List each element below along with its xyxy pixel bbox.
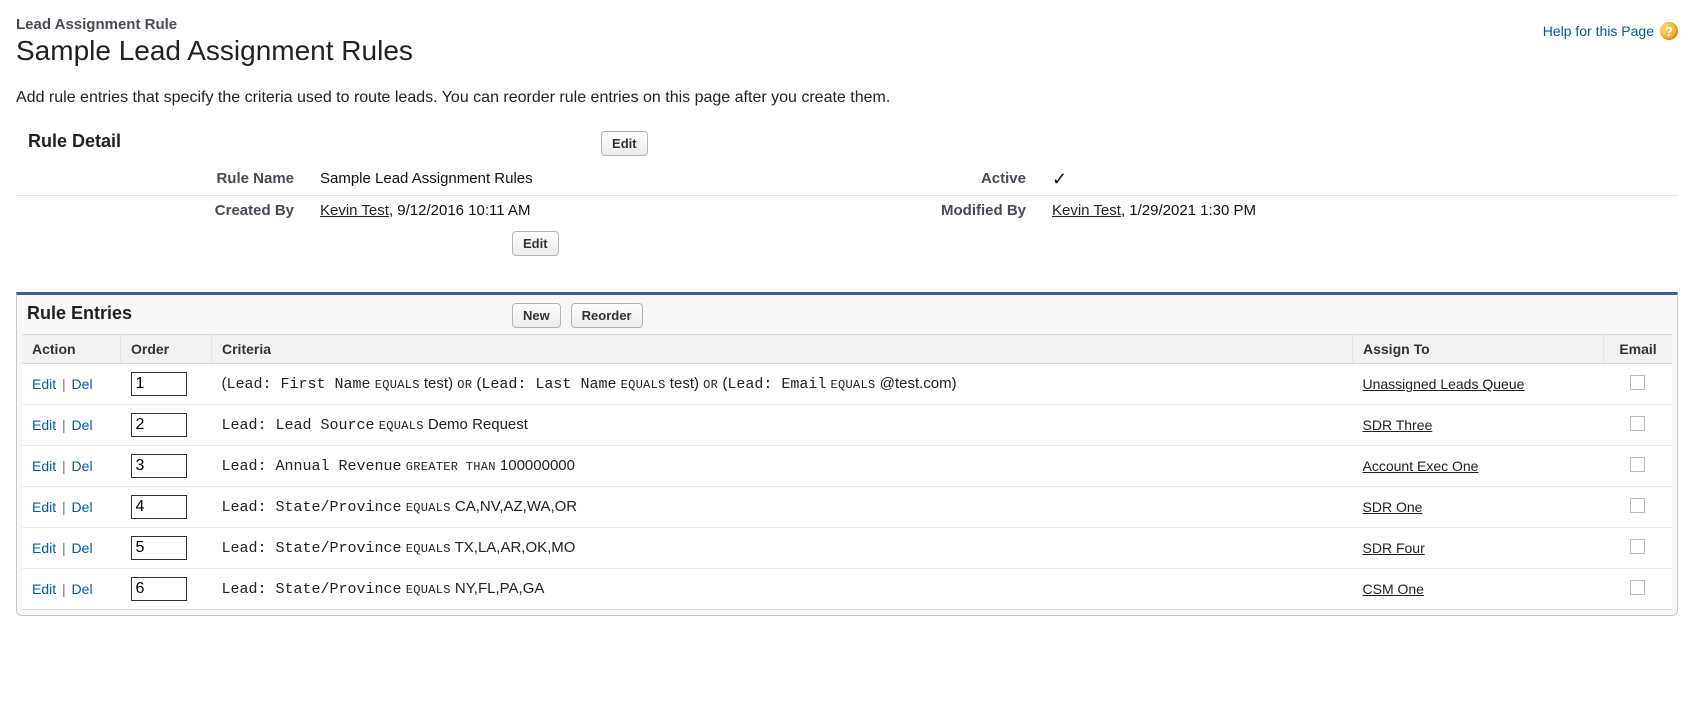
edit-link[interactable]: Edit <box>32 499 56 515</box>
modified-by-timestamp: , 1/29/2021 1:30 PM <box>1121 202 1256 219</box>
active-checkmark-icon: ✓ <box>1052 169 1067 190</box>
help-link[interactable]: Help for this Page <box>1543 23 1654 39</box>
order-input[interactable] <box>131 495 187 519</box>
del-link[interactable]: Del <box>72 540 93 556</box>
action-separator: | <box>60 499 68 515</box>
order-input[interactable] <box>131 413 187 437</box>
email-checkbox[interactable] <box>1630 539 1645 554</box>
col-action: Action <box>22 335 121 364</box>
modified-by-user-link[interactable]: Kevin Test <box>1052 202 1121 219</box>
created-by-user-link[interactable]: Kevin Test <box>320 202 389 219</box>
order-input[interactable] <box>131 372 187 396</box>
edit-link[interactable]: Edit <box>32 458 56 474</box>
table-row: Edit | Del Lead: State/Province EQUALS TX… <box>22 528 1672 569</box>
email-checkbox[interactable] <box>1630 580 1645 595</box>
edit-link[interactable]: Edit <box>32 376 56 392</box>
del-link[interactable]: Del <box>72 499 93 515</box>
del-link[interactable]: Del <box>72 417 93 433</box>
edit-link[interactable]: Edit <box>32 540 56 556</box>
del-link[interactable]: Del <box>72 581 93 597</box>
email-checkbox[interactable] <box>1630 416 1645 431</box>
page-type-label: Lead Assignment Rule <box>16 16 413 33</box>
value-created-by: Kevin Test, 9/12/2016 10:11 AM <box>312 196 748 226</box>
col-email: Email <box>1604 335 1673 364</box>
order-input[interactable] <box>131 454 187 478</box>
table-row: Edit | Del Lead: Lead Source EQUALS Demo … <box>22 405 1672 446</box>
label-created-by: Created By <box>16 196 312 226</box>
label-modified-by: Modified By <box>748 196 1044 226</box>
del-link[interactable]: Del <box>72 458 93 474</box>
action-separator: | <box>60 458 68 474</box>
criteria-cell: Lead: State/Province EQUALS NY,FL,PA,GA <box>212 569 1353 610</box>
new-button[interactable]: New <box>512 303 561 328</box>
order-input[interactable] <box>131 536 187 560</box>
col-order: Order <box>121 335 212 364</box>
label-rule-name: Rule Name <box>16 162 312 196</box>
edit-button-bottom[interactable]: Edit <box>512 231 559 256</box>
value-modified-by: Kevin Test, 1/29/2021 1:30 PM <box>1044 196 1678 226</box>
value-rule-name: Sample Lead Assignment Rules <box>312 162 748 196</box>
label-active: Active <box>748 162 1044 196</box>
intro-text: Add rule entries that specify the criter… <box>16 89 1678 107</box>
table-row: Edit | Del Lead: State/Province EQUALS NY… <box>22 569 1672 610</box>
reorder-button[interactable]: Reorder <box>571 303 643 328</box>
assign-to-link[interactable]: SDR Three <box>1363 417 1433 433</box>
criteria-cell: (Lead: First Name EQUALS test) OR (Lead:… <box>212 364 1353 405</box>
edit-link[interactable]: Edit <box>32 581 56 597</box>
rule-detail-table: Rule Name Sample Lead Assignment Rules A… <box>16 162 1678 225</box>
assign-to-link[interactable]: Unassigned Leads Queue <box>1363 376 1525 392</box>
edit-link[interactable]: Edit <box>32 417 56 433</box>
col-criteria: Criteria <box>212 335 1353 364</box>
table-row: Edit | Del Lead: Annual Revenue GREATER T… <box>22 446 1672 487</box>
table-row: Edit | Del Lead: State/Province EQUALS CA… <box>22 487 1672 528</box>
criteria-cell: Lead: State/Province EQUALS CA,NV,AZ,WA,… <box>212 487 1353 528</box>
action-separator: | <box>60 417 68 433</box>
order-input[interactable] <box>131 577 187 601</box>
email-checkbox[interactable] <box>1630 498 1645 513</box>
assign-to-link[interactable]: SDR One <box>1363 499 1423 515</box>
del-link[interactable]: Del <box>72 376 93 392</box>
criteria-cell: Lead: Annual Revenue GREATER THAN 100000… <box>212 446 1353 487</box>
criteria-cell: Lead: Lead Source EQUALS Demo Request <box>212 405 1353 446</box>
table-row: Edit | Del (Lead: First Name EQUALS test)… <box>22 364 1672 405</box>
rule-entries-title: Rule Entries <box>27 303 132 324</box>
email-checkbox[interactable] <box>1630 375 1645 390</box>
edit-button-top[interactable]: Edit <box>601 131 648 156</box>
help-icon: ? <box>1660 22 1678 40</box>
email-checkbox[interactable] <box>1630 457 1645 472</box>
assign-to-link[interactable]: Account Exec One <box>1363 458 1479 474</box>
criteria-cell: Lead: State/Province EQUALS TX,LA,AR,OK,… <box>212 528 1353 569</box>
page-title: Sample Lead Assignment Rules <box>16 35 413 67</box>
assign-to-link[interactable]: CSM One <box>1363 581 1424 597</box>
assign-to-link[interactable]: SDR Four <box>1363 540 1425 556</box>
col-assign-to: Assign To <box>1353 335 1604 364</box>
help-for-page[interactable]: Help for this Page ? <box>1543 22 1678 40</box>
rule-entries-table: Action Order Criteria Assign To Email Ed… <box>22 334 1672 610</box>
action-separator: | <box>60 540 68 556</box>
action-separator: | <box>60 581 68 597</box>
rule-detail-title: Rule Detail <box>28 131 121 152</box>
created-by-timestamp: , 9/12/2016 10:11 AM <box>389 202 531 219</box>
action-separator: | <box>60 376 68 392</box>
